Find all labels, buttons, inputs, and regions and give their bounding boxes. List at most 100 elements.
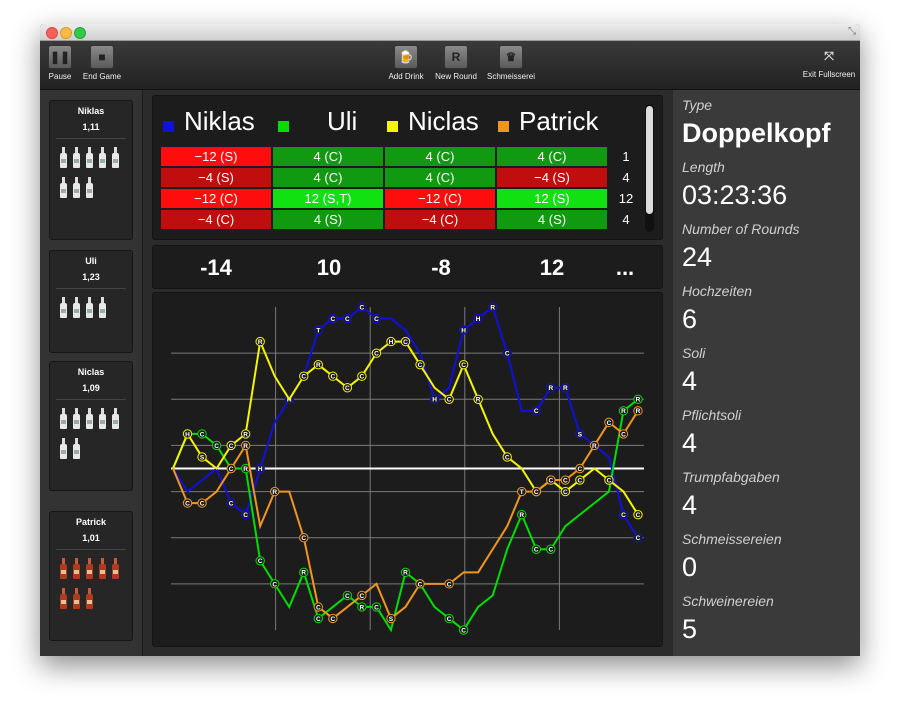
bottle-icon bbox=[73, 588, 80, 609]
bottle-icon bbox=[60, 408, 67, 429]
score-cell[interactable]: −12 (C) bbox=[385, 189, 495, 208]
player-name: Patrick bbox=[75, 517, 107, 527]
exit-fullscreen-button[interactable]: ⤧ Exit Fullscreen bbox=[800, 45, 858, 80]
bottle-icon bbox=[60, 147, 67, 168]
player-name: Uli bbox=[85, 256, 97, 266]
data-point-label: H bbox=[185, 431, 190, 438]
stat-value-trumpfabgaben: 4 bbox=[682, 490, 698, 520]
score-cell[interactable]: 4 (C) bbox=[385, 168, 495, 187]
round-points: 12 bbox=[618, 191, 634, 206]
data-point-label: C bbox=[418, 581, 423, 588]
data-point-label: C bbox=[258, 558, 263, 565]
data-point-label: C bbox=[447, 581, 452, 588]
new-round-label: New Round bbox=[435, 72, 477, 81]
data-point-label: R bbox=[636, 408, 641, 415]
color-swatch bbox=[387, 120, 398, 132]
score-cell[interactable]: 4 (S) bbox=[273, 210, 383, 229]
pause-label: Pause bbox=[48, 72, 72, 81]
end-game-button[interactable]: ■ End Game bbox=[82, 45, 122, 81]
score-cell[interactable]: −4 (C) bbox=[385, 210, 495, 229]
pause-icon: ❚❚ bbox=[48, 45, 72, 69]
total-niklas: -14 bbox=[200, 255, 232, 280]
bottle-icon bbox=[73, 177, 80, 198]
bottle-icon bbox=[112, 558, 119, 579]
data-point-label: C bbox=[447, 397, 452, 404]
score-cell[interactable]: 4 (C) bbox=[273, 168, 383, 187]
score-scrollbar[interactable] bbox=[645, 104, 654, 232]
score-cell[interactable]: −12 (S) bbox=[161, 147, 271, 166]
close-window-button[interactable] bbox=[46, 27, 58, 39]
data-point-label: R bbox=[563, 385, 568, 392]
score-cell[interactable]: −4 (S) bbox=[497, 168, 607, 187]
bottle-icon bbox=[73, 297, 80, 318]
bottle-icon bbox=[86, 408, 93, 429]
end-game-label: End Game bbox=[82, 72, 122, 81]
score-cell[interactable]: 4 (C) bbox=[273, 147, 383, 166]
bottle-icon bbox=[99, 297, 106, 318]
player-card-patrick[interactable]: Patrick 1,01 bbox=[49, 511, 133, 641]
bottle-icon bbox=[73, 147, 80, 168]
zoom-window-button[interactable] bbox=[74, 27, 86, 39]
data-point-label: R bbox=[301, 570, 306, 577]
player-card-niklas[interactable]: Niklas 1,11 bbox=[49, 100, 133, 240]
bottle-list bbox=[50, 295, 132, 325]
data-point-label: C bbox=[301, 535, 306, 542]
stat-value-schweinereien: 5 bbox=[682, 614, 698, 644]
score-cell[interactable]: 4 (C) bbox=[385, 147, 495, 166]
data-point-label: C bbox=[243, 512, 248, 519]
data-point-label: C bbox=[345, 385, 350, 392]
stat-value-length: 03:23:36 bbox=[682, 180, 788, 210]
bottle-icon bbox=[73, 558, 80, 579]
data-point-label: C bbox=[636, 535, 641, 542]
pause-button[interactable]: ❚❚ Pause bbox=[46, 45, 74, 81]
totals-more[interactable]: ... bbox=[585, 255, 665, 281]
fullscreen-corner-icon[interactable]: ⤡ bbox=[848, 26, 856, 37]
game-area: Niklas Uli Niclas Patrick −12 (S) 4 (C) 4 … bbox=[143, 90, 672, 656]
toolbar: ❚❚ Pause ■ End Game 🍺 Add Drink R New Ro… bbox=[40, 41, 860, 90]
data-point-label: C bbox=[374, 351, 379, 358]
score-cell[interactable]: −12 (C) bbox=[161, 189, 271, 208]
data-point-label: C bbox=[621, 512, 626, 519]
minimize-window-button[interactable] bbox=[60, 27, 72, 39]
data-point-label: C bbox=[214, 443, 219, 450]
player-card-uli[interactable]: Uli 1,23 bbox=[49, 250, 133, 353]
stat-value-hochzeiten: 6 bbox=[682, 304, 698, 334]
data-point-label: C bbox=[316, 604, 321, 611]
stats-sidebar: Type Doppelkopf Length 03:23:36 Number o… bbox=[673, 90, 860, 656]
data-point-label: C bbox=[418, 362, 423, 369]
data-point-label: C bbox=[374, 316, 379, 323]
bottle-icon bbox=[112, 147, 119, 168]
score-cell[interactable]: 4 (S) bbox=[497, 210, 607, 229]
data-point-label: C bbox=[229, 466, 234, 473]
schmeisserei-button[interactable]: ♛ Schmeisserei bbox=[485, 45, 537, 81]
data-point-label: C bbox=[185, 501, 190, 508]
round-r-icon: R bbox=[444, 45, 468, 69]
score-cell[interactable]: 12 (S,T) bbox=[273, 189, 383, 208]
score-cell[interactable]: −4 (C) bbox=[161, 210, 271, 229]
score-cell[interactable]: 12 (S) bbox=[497, 189, 607, 208]
player-card-niclas[interactable]: Niclas 1,09 bbox=[49, 361, 133, 491]
score-cell[interactable]: −4 (S) bbox=[161, 168, 271, 187]
bottle-icon bbox=[99, 558, 106, 579]
player-promille: 1,23 bbox=[82, 272, 100, 282]
add-drink-button[interactable]: 🍺 Add Drink bbox=[385, 45, 427, 81]
data-point-label: C bbox=[621, 431, 626, 438]
data-point-label: H bbox=[432, 397, 437, 404]
data-point-label: C bbox=[403, 339, 408, 346]
data-point-label: C bbox=[374, 604, 379, 611]
divider bbox=[56, 399, 126, 400]
header-niclas: Niclas bbox=[387, 106, 479, 137]
data-point-label: C bbox=[548, 477, 553, 484]
stat-label-type: Type bbox=[682, 97, 713, 113]
stat-value-schmeissereien: 0 bbox=[682, 552, 698, 582]
new-round-button[interactable]: R New Round bbox=[432, 45, 480, 81]
data-point-label: R bbox=[243, 431, 248, 438]
data-point-label: C bbox=[360, 304, 365, 311]
scroll-thumb[interactable] bbox=[646, 106, 653, 214]
bottle-icon bbox=[86, 147, 93, 168]
data-point-label: C bbox=[578, 477, 583, 484]
score-cell[interactable]: 4 (C) bbox=[497, 147, 607, 166]
total-niclas: -8 bbox=[431, 255, 451, 280]
stat-label-rounds: Number of Rounds bbox=[682, 221, 800, 237]
exit-fullscreen-icon: ⤧ bbox=[824, 48, 834, 63]
